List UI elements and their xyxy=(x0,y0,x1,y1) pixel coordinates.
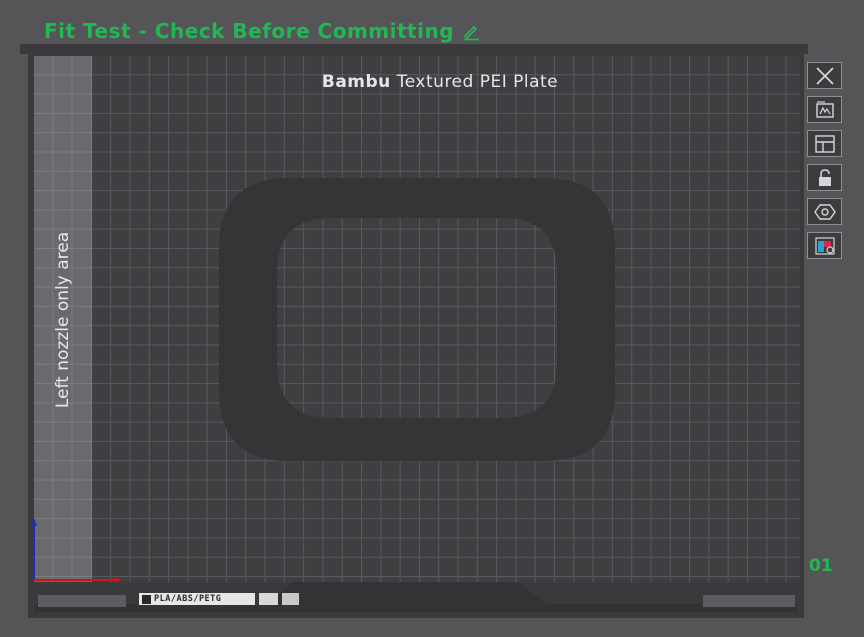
filament-color-icon xyxy=(814,236,835,255)
axis-indicator xyxy=(31,518,122,583)
model-object[interactable] xyxy=(219,178,615,461)
lock-plate-button[interactable] xyxy=(807,164,842,191)
close-icon xyxy=(815,66,834,85)
plate-index: 01 xyxy=(809,556,833,576)
left-nozzle-zone-label: Left nozzle only area xyxy=(53,231,73,409)
plate-name: Bambu Textured PEI Plate xyxy=(280,70,600,94)
plate-option-box[interactable] xyxy=(259,593,278,605)
arrange-icon xyxy=(814,134,835,153)
auto-orient-button[interactable] xyxy=(807,96,842,123)
frame-notch-left xyxy=(20,44,140,54)
arrange-button[interactable] xyxy=(807,130,842,157)
plate-corner-toggle[interactable] xyxy=(282,593,299,605)
edit-icon[interactable] xyxy=(462,22,480,41)
settings-icon xyxy=(813,203,836,220)
project-title-text: Fit Test - Check Before Committing xyxy=(44,19,455,43)
plate-type: Textured PEI Plate xyxy=(396,72,559,92)
project-title[interactable]: Fit Test - Check Before Committing xyxy=(44,16,480,46)
lock-icon xyxy=(818,168,831,186)
auto-orient-icon xyxy=(815,100,834,118)
plate-settings-button[interactable] xyxy=(807,198,842,225)
filament-color-button[interactable] xyxy=(807,232,842,259)
filament-icon xyxy=(142,594,151,604)
filament-type-tag: PLA/ABS/PETG xyxy=(139,593,255,605)
filament-type-label: PLA/ABS/PETG xyxy=(154,594,222,604)
frame-notch-right xyxy=(696,44,808,54)
plate-brand: Bambu xyxy=(321,72,391,92)
remove-plate-button[interactable] xyxy=(807,62,842,89)
